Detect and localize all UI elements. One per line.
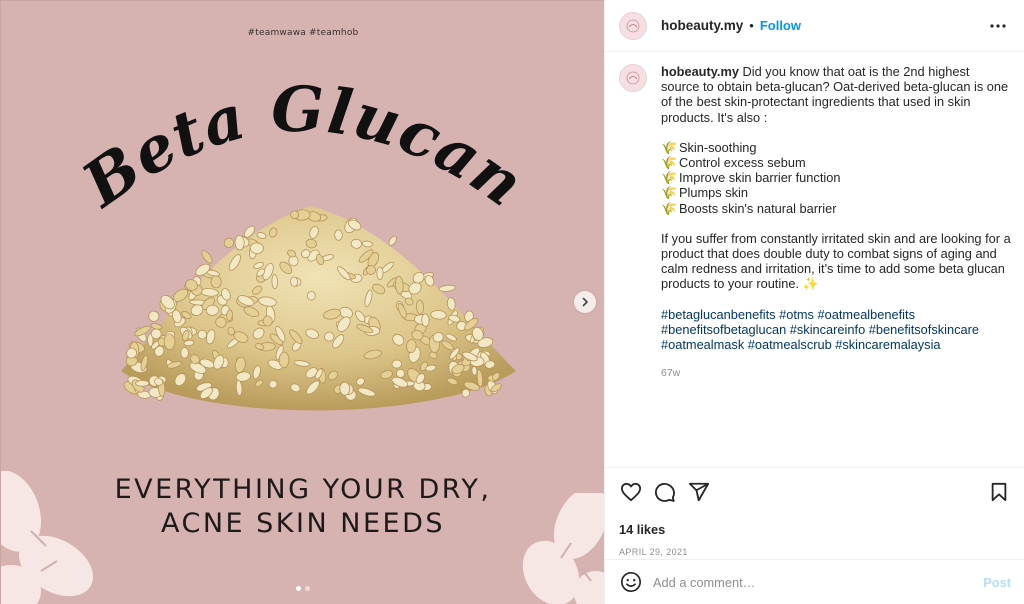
brand-logo-icon <box>626 71 640 85</box>
likes-count[interactable]: 14 likes <box>619 522 1011 537</box>
oat-flake <box>421 313 430 327</box>
oat-flake <box>148 310 160 322</box>
carousel-dot-active <box>296 586 301 591</box>
header-separator: • <box>749 18 754 33</box>
header-username[interactable]: hobeauty.my <box>661 18 743 33</box>
benefit-text: Plumps skin <box>679 185 748 201</box>
comment-input[interactable] <box>653 574 984 590</box>
list-item: 🌾 Skin-soothing <box>661 140 1011 155</box>
oat-flake <box>262 315 273 327</box>
hashtag-line[interactable]: #benefitsofbetaglucan #skincareinfo #ben… <box>661 322 1011 337</box>
oat-flake <box>438 284 456 292</box>
list-item: 🌾 Control excess sebum <box>661 155 1011 170</box>
benefit-text: Boosts skin's natural barrier <box>679 200 837 216</box>
benefit-list: 🌾 Skin-soothing 🌾 Control excess sebum 🌾 Im… <box>661 140 1011 216</box>
oat-flake <box>306 291 316 301</box>
chevron-right-icon <box>582 297 588 307</box>
benefit-text: Skin-soothing <box>679 139 757 155</box>
post-header: hobeauty.my • Follow <box>605 0 1024 52</box>
caption-paragraph: If you suffer from constantly irritated … <box>661 230 1011 292</box>
post-date[interactable]: APRIL 29, 2021 <box>619 547 1011 557</box>
wheat-icon: 🌾 <box>661 139 677 155</box>
oat-flake <box>201 250 213 264</box>
emoji-icon <box>621 572 641 592</box>
wheat-icon: 🌾 <box>661 170 677 186</box>
post-caption: hobeauty.my Did you know that oat is the… <box>619 64 1019 381</box>
oat-flake <box>324 331 335 342</box>
oat-flake <box>223 237 235 248</box>
post-comment-button[interactable]: Post <box>983 575 1011 590</box>
wheat-icon: 🌾 <box>661 155 677 171</box>
save-button[interactable] <box>987 480 1011 504</box>
oats-illustration <box>121 206 516 411</box>
oat-flake <box>205 304 219 316</box>
avatar[interactable] <box>619 11 647 40</box>
oat-flake <box>271 274 278 290</box>
heart-icon <box>621 482 641 502</box>
action-bar: 14 likes APRIL 29, 2021 <box>605 467 1024 557</box>
tagline-line-1: EVERYTHING YOUR DRY, <box>114 474 492 505</box>
oat-flake <box>135 380 150 387</box>
carousel-next-button[interactable] <box>574 291 596 313</box>
post-details-panel: hobeauty.my • Follow hobeauty.my Did you… <box>604 0 1024 604</box>
comment-button[interactable] <box>653 480 677 504</box>
like-button[interactable] <box>619 480 643 504</box>
carousel-dot <box>305 586 310 591</box>
follow-button[interactable]: Follow <box>760 18 801 33</box>
benefit-text: Improve skin barrier function <box>679 170 841 186</box>
wheat-icon: 🌾 <box>661 200 677 216</box>
oat-flake <box>461 388 471 398</box>
oat-flake <box>376 266 384 281</box>
hashtag-line[interactable]: #betaglucanbenefits #otms #oatmealbenefi… <box>661 307 1011 322</box>
oat-flake <box>278 351 290 369</box>
caption-avatar[interactable] <box>619 64 647 92</box>
list-item: 🌾 Improve skin barrier function <box>661 170 1011 185</box>
comment-box: Post <box>605 559 1024 604</box>
caption-age[interactable]: 67w <box>661 366 1011 381</box>
hashtag-line[interactable]: #oatmealmask #oatmealscrub #skincaremala… <box>661 337 1011 352</box>
comment-icon <box>654 482 675 502</box>
share-button[interactable] <box>687 480 711 504</box>
caption-intro: hobeauty.my Did you know that oat is the… <box>661 64 1011 125</box>
share-icon <box>688 482 710 502</box>
carousel-indicator <box>1 586 604 591</box>
oat-flake <box>226 309 233 322</box>
more-options-button[interactable] <box>986 14 1010 38</box>
list-item: 🌾 Plumps skin <box>661 185 1011 200</box>
caption-hashtags: #betaglucanbenefits #otms #oatmealbenefi… <box>661 307 1011 353</box>
oat-flake <box>391 359 402 369</box>
benefit-text: Control excess sebum <box>679 155 806 171</box>
oat-flake <box>334 229 343 241</box>
bookmark-icon <box>991 482 1007 502</box>
oat-flake <box>388 235 397 246</box>
post-image[interactable]: #teamwawa #teamhob Beta Glucan EVERYTHIN… <box>0 0 604 604</box>
oat-flake <box>234 235 245 251</box>
image-hashtags: #teamwawa #teamhob <box>247 28 359 38</box>
wheat-icon: 🌾 <box>661 185 677 201</box>
oat-flake <box>339 381 351 396</box>
caption-username[interactable]: hobeauty.my <box>661 64 739 79</box>
tagline-line-2: ACNE SKIN NEEDS <box>160 508 446 539</box>
list-item: 🌾 Boosts skin's natural barrier <box>661 201 1011 216</box>
more-horizontal-icon <box>990 23 1006 28</box>
emoji-button[interactable] <box>619 570 643 594</box>
oat-flake <box>180 347 189 359</box>
brand-logo-icon <box>626 19 640 32</box>
